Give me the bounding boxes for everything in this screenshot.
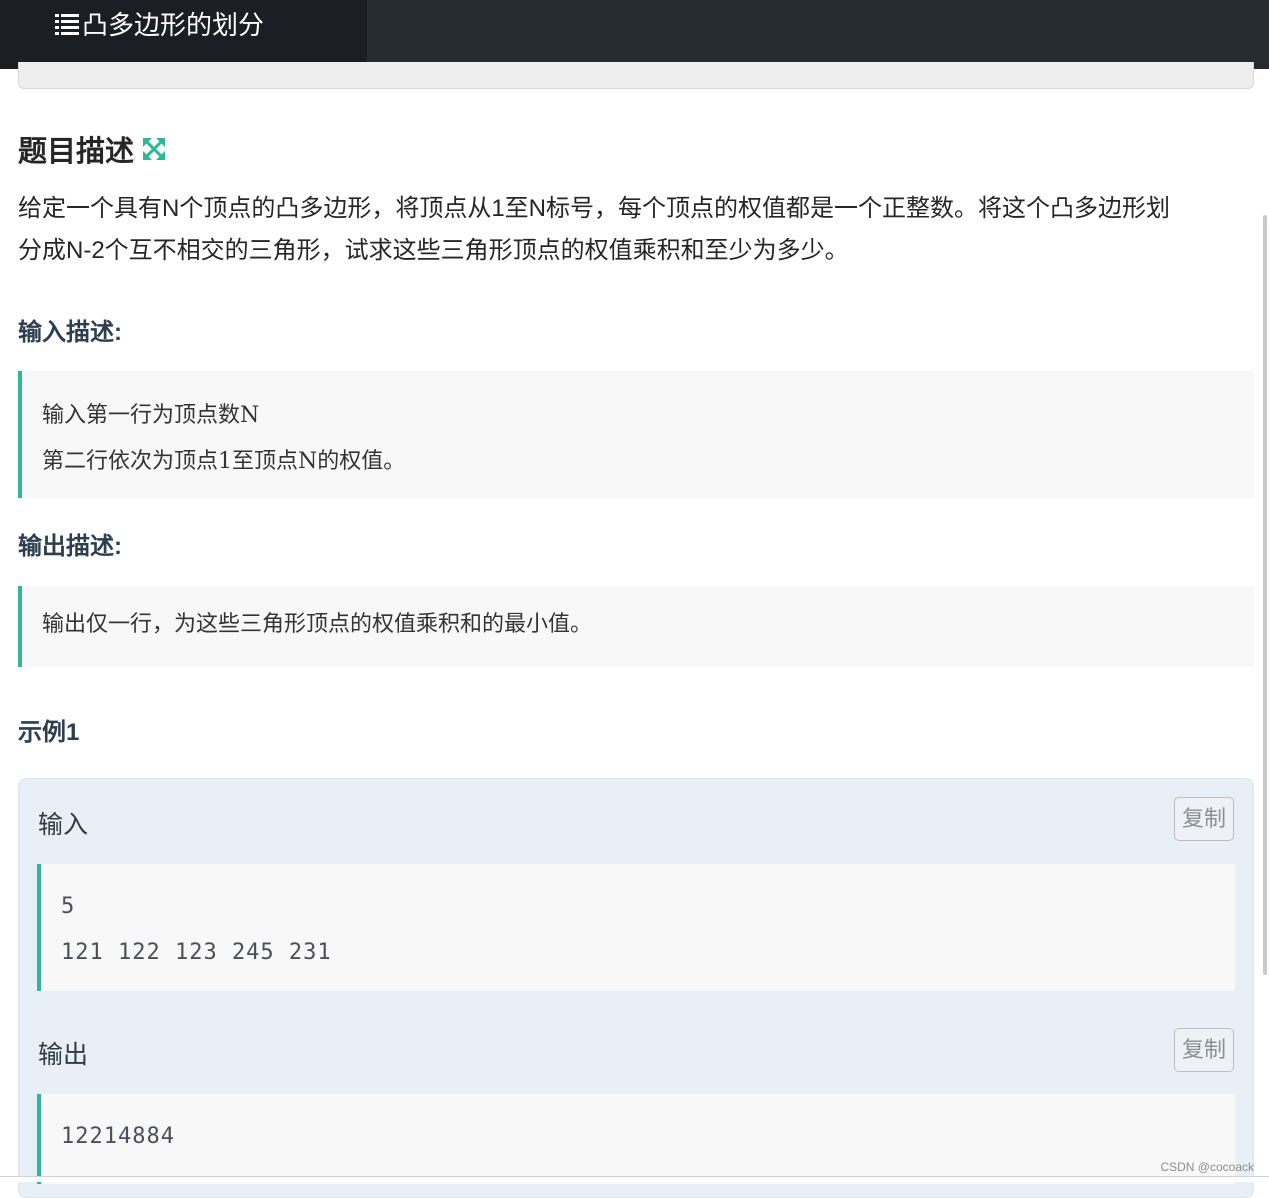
copy-output-button[interactable]: 复制	[1174, 1028, 1234, 1072]
problem-title-tab: 凸多边形的划分	[0, 0, 367, 69]
section-title: 题目描述	[18, 128, 166, 170]
description-line: 给定一个具有N个顶点的凸多边形，将顶点从1至N标号，每个顶点的权值都是一个正整数…	[18, 195, 1171, 222]
input-description-line: 输入第一行为顶点数N	[42, 403, 260, 428]
input-description-block: 输入第一行为顶点数N 第二行依次为顶点1至顶点N的权值。	[18, 371, 1254, 498]
copy-input-button[interactable]: 复制	[1174, 797, 1234, 841]
example-output-code[interactable]: 12214884	[37, 1094, 1235, 1184]
example-output-label: 输出	[38, 1041, 89, 1069]
list-icon	[55, 14, 79, 35]
page-title: 凸多边形的划分	[82, 10, 265, 40]
description-line: 分成N-2个互不相交的三角形，试求这些三角形顶点的权值乘积和至少为多少。	[18, 237, 849, 264]
scrollbar[interactable]	[1263, 215, 1267, 975]
expand-icon[interactable]	[142, 137, 166, 161]
example-title: 示例1	[18, 719, 80, 746]
code-line: 121 122 123 245 231	[61, 940, 332, 965]
input-description-title: 输入描述:	[18, 319, 122, 346]
collapsed-panel	[18, 62, 1254, 89]
example-box: 输入 复制 5 121 122 123 245 231 输出 复制 122148…	[18, 778, 1254, 1198]
problem-description: 给定一个具有N个顶点的凸多边形，将顶点从1至N标号，每个顶点的权值都是一个正整数…	[18, 188, 1254, 272]
code-line: 5	[61, 894, 76, 919]
bottom-edge	[0, 1176, 1269, 1182]
output-description-title: 输出描述:	[18, 533, 122, 560]
output-description-block: 输出仅一行，为这些三角形顶点的权值乘积和的最小值。	[18, 586, 1254, 667]
example-input-label: 输入	[38, 811, 89, 839]
top-bar: 凸多边形的划分	[0, 0, 1269, 69]
input-description-line: 第二行依次为顶点1至顶点N的权值。	[42, 449, 406, 474]
watermark: CSDN @cocoack	[1160, 1160, 1254, 1174]
output-description-line: 输出仅一行，为这些三角形顶点的权值乘积和的最小值。	[42, 612, 593, 637]
description-heading: 题目描述	[18, 136, 135, 168]
example-input-code[interactable]: 5 121 122 123 245 231	[37, 864, 1235, 991]
code-line: 12214884	[61, 1124, 175, 1149]
